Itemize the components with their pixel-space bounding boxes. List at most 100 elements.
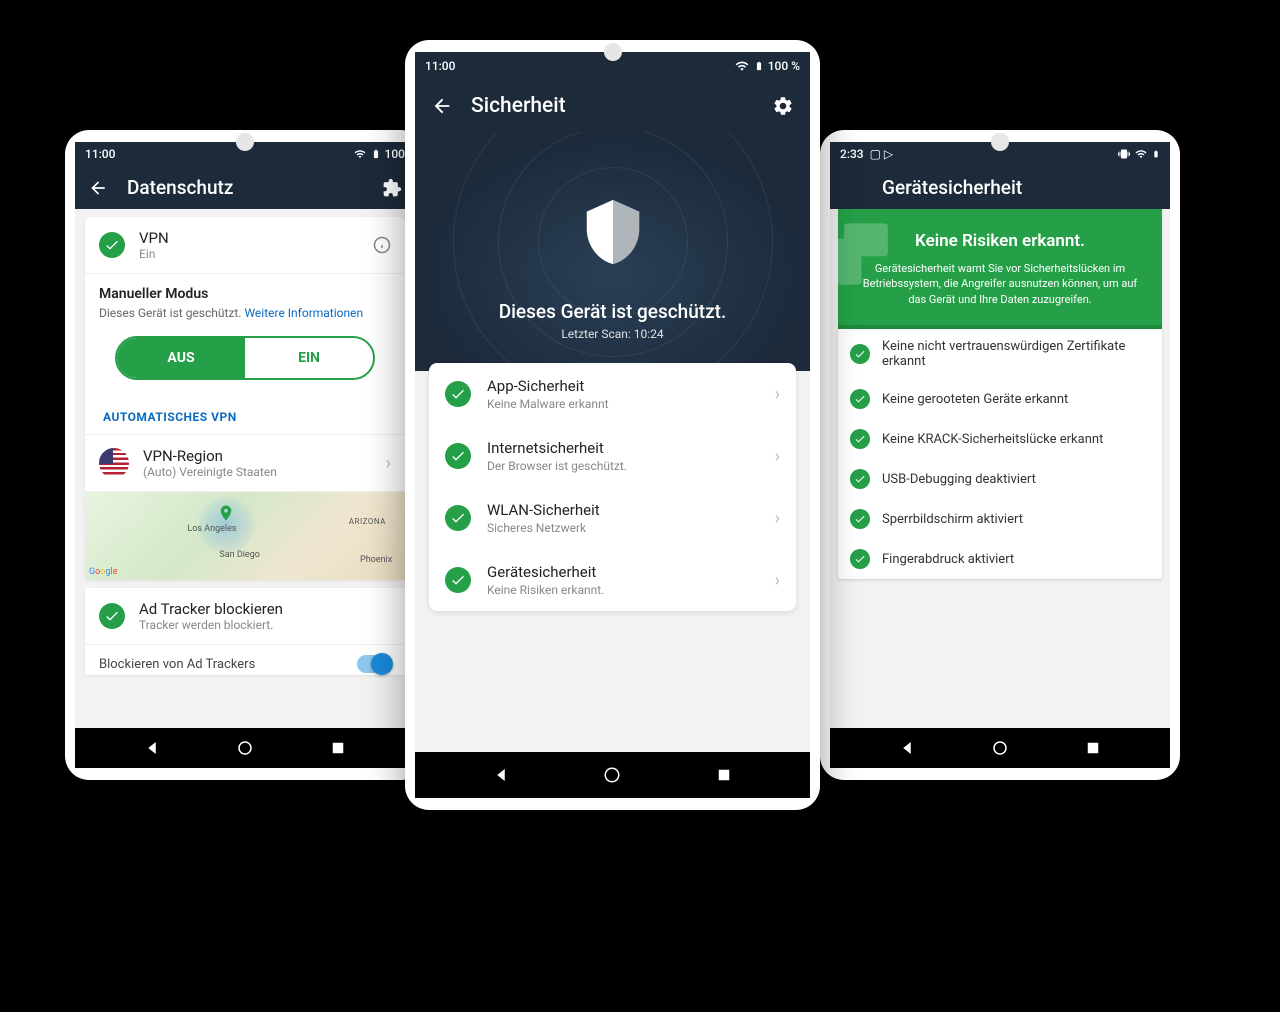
check-icon bbox=[445, 505, 471, 531]
phone-security: 11:00 100 % Sicherheit Dieses Gerät i bbox=[405, 40, 820, 810]
check-icon bbox=[445, 381, 471, 407]
chevron-right-icon: › bbox=[775, 570, 780, 591]
security-item-wlan[interactable]: WLAN-Sicherheit Sicheres Netzwerk › bbox=[429, 487, 796, 549]
tracker-sub: Tracker werden blockiert. bbox=[139, 618, 391, 632]
ad-tracker-row: Ad Tracker blockieren Tracker werden blo… bbox=[85, 588, 405, 644]
vibrate-icon bbox=[1118, 148, 1130, 160]
vpn-region-row[interactable]: VPN-Region (Auto) Vereinigte Staaten › bbox=[85, 434, 405, 492]
nav-recent[interactable] bbox=[715, 766, 733, 784]
nav-back[interactable] bbox=[492, 766, 510, 784]
chevron-right-icon: › bbox=[775, 508, 780, 529]
vpn-status: Ein bbox=[139, 247, 373, 261]
check-icon bbox=[445, 443, 471, 469]
risk-item: Keine gerooteten Geräte erkannt bbox=[838, 379, 1162, 419]
map-state-az: ARIZONA bbox=[349, 517, 386, 526]
manual-mode-title: Manueller Modus bbox=[99, 286, 391, 302]
battery-icon bbox=[371, 147, 381, 161]
wifi-icon bbox=[734, 59, 750, 73]
page-title: Gerätesicherheit bbox=[882, 176, 1158, 199]
risk-item: Keine nicht vertrauenswürdigen Zertifika… bbox=[838, 329, 1162, 379]
security-item-internet[interactable]: Internetsicherheit Der Browser ist gesch… bbox=[429, 425, 796, 487]
chevron-right-icon: › bbox=[775, 384, 780, 405]
item-sub: Der Browser ist geschützt. bbox=[487, 459, 775, 473]
check-icon bbox=[850, 549, 870, 569]
battery-icon bbox=[1152, 147, 1160, 161]
chevron-right-icon: › bbox=[386, 453, 391, 474]
tracker-title: Ad Tracker blockieren bbox=[139, 600, 391, 618]
item-title: Gerätesicherheit bbox=[487, 563, 775, 581]
shield-icon bbox=[578, 192, 648, 272]
toggle-on[interactable]: EIN bbox=[245, 338, 373, 378]
region-title: VPN-Region bbox=[143, 447, 386, 465]
puzzle-icon[interactable] bbox=[381, 177, 403, 199]
camera-notch bbox=[604, 43, 622, 61]
wifi-icon bbox=[1134, 148, 1148, 160]
info-icon[interactable] bbox=[373, 236, 391, 254]
item-title: Internetsicherheit bbox=[487, 439, 775, 457]
item-title: App-Sicherheit bbox=[487, 377, 775, 395]
security-item-device[interactable]: Gerätesicherheit Keine Risiken erkannt. … bbox=[429, 549, 796, 611]
nav-home[interactable] bbox=[236, 739, 254, 757]
risk-item: Fingerabdruck aktiviert bbox=[838, 539, 1162, 579]
banner-desc: Gerätesicherheit warnt Sie vor Sicherhei… bbox=[854, 261, 1146, 307]
app-header: Sicherheit bbox=[415, 80, 810, 132]
wifi-icon bbox=[353, 148, 367, 160]
risk-text: Sperrbildschirm aktiviert bbox=[882, 512, 1023, 527]
toggle-off[interactable]: AUS bbox=[117, 338, 245, 378]
vpn-toggle[interactable]: AUS EIN bbox=[115, 336, 375, 380]
android-nav-bar bbox=[830, 728, 1170, 768]
back-button[interactable] bbox=[87, 177, 109, 199]
hero-section: Dieses Gerät ist geschützt. Letzter Scan… bbox=[415, 132, 810, 371]
vpn-status-row[interactable]: VPN Ein bbox=[85, 217, 405, 274]
manual-mode-desc: Dieses Gerät ist geschützt. Weitere Info… bbox=[99, 306, 391, 320]
android-nav-bar bbox=[415, 752, 810, 798]
map-preview[interactable]: Los Angeles San Diego ARIZONA Phoenix Go… bbox=[85, 492, 405, 580]
check-icon bbox=[850, 389, 870, 409]
security-list: App-Sicherheit Keine Malware erkannt › I… bbox=[429, 363, 796, 611]
camera-notch bbox=[991, 133, 1009, 151]
risk-item: USB-Debugging deaktiviert bbox=[838, 459, 1162, 499]
nav-recent[interactable] bbox=[1084, 739, 1102, 757]
block-trackers-switch[interactable] bbox=[357, 655, 391, 673]
item-sub: Sicheres Netzwerk bbox=[487, 521, 775, 535]
check-icon bbox=[850, 429, 870, 449]
status-battery: 100 % bbox=[768, 59, 800, 73]
nav-home[interactable] bbox=[603, 766, 621, 784]
map-pin-icon bbox=[217, 501, 235, 525]
us-flag-icon bbox=[99, 448, 129, 478]
back-button[interactable] bbox=[431, 95, 453, 117]
check-icon bbox=[99, 232, 125, 258]
check-icon bbox=[99, 603, 125, 629]
camera-notch bbox=[236, 133, 254, 151]
check-icon bbox=[445, 567, 471, 593]
android-nav-bar bbox=[75, 728, 415, 768]
risk-text: Keine nicht vertrauenswürdigen Zertifika… bbox=[882, 339, 1150, 369]
more-info-link[interactable]: Weitere Informationen bbox=[244, 306, 363, 320]
status-battery: 100 bbox=[385, 147, 405, 161]
nav-recent[interactable] bbox=[329, 739, 347, 757]
phone-privacy: 11:00 100 Datenschutz bbox=[65, 130, 425, 780]
item-sub: Keine Malware erkannt bbox=[487, 397, 775, 411]
map-city-la: Los Angeles bbox=[187, 524, 236, 534]
app-header: Gerätesicherheit bbox=[830, 166, 1170, 209]
nav-home[interactable] bbox=[991, 739, 1009, 757]
risk-item: Sperrbildschirm aktiviert bbox=[838, 499, 1162, 539]
chevron-right-icon: › bbox=[775, 446, 780, 467]
settings-button[interactable] bbox=[772, 95, 794, 117]
vpn-title: VPN bbox=[139, 229, 373, 247]
status-time: 11:00 bbox=[85, 147, 115, 161]
map-city-ph: Phoenix bbox=[360, 555, 392, 565]
map-attribution: Google bbox=[89, 567, 117, 577]
block-trackers-label: Blockieren von Ad Trackers bbox=[99, 657, 255, 672]
nav-back[interactable] bbox=[143, 739, 161, 757]
item-sub: Keine Risiken erkannt. bbox=[487, 583, 775, 597]
banner-title: Keine Risiken erkannt. bbox=[854, 231, 1146, 251]
map-city-sd: San Diego bbox=[219, 550, 260, 560]
nav-back[interactable] bbox=[898, 739, 916, 757]
security-item-app[interactable]: App-Sicherheit Keine Malware erkannt › bbox=[429, 363, 796, 425]
risk-text: Keine KRACK-Sicherheitslücke erkannt bbox=[882, 432, 1103, 447]
page-title: Sicherheit bbox=[471, 94, 754, 118]
check-icon bbox=[850, 344, 870, 364]
battery-icon bbox=[754, 58, 764, 74]
auto-vpn-label: AUTOMATISCHES VPN bbox=[85, 396, 405, 434]
